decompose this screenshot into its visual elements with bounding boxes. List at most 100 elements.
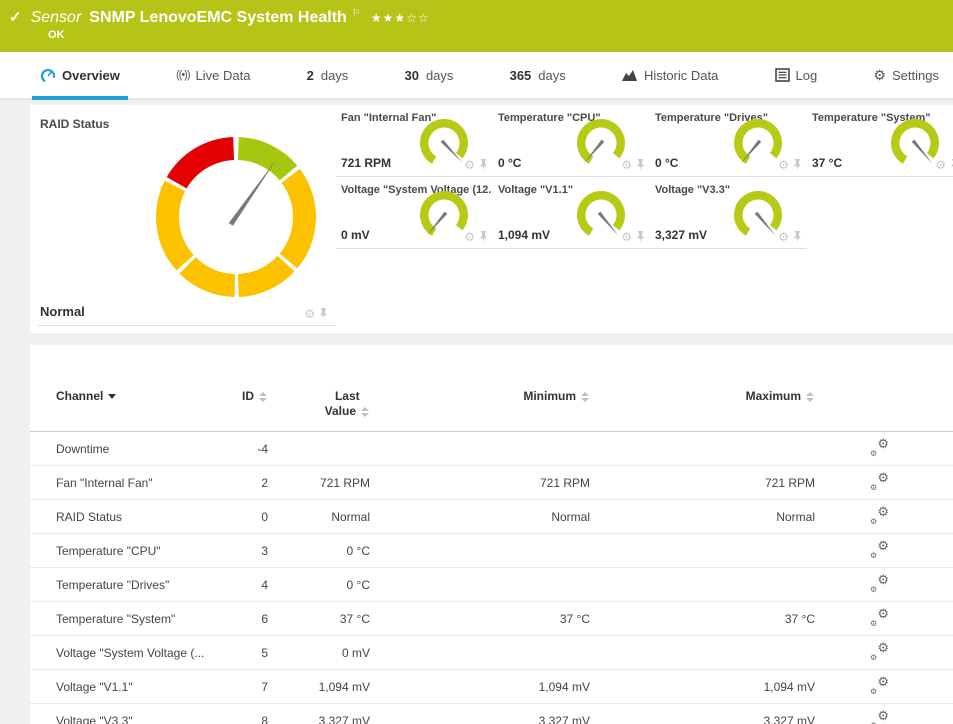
gear-icon: ⚙ <box>873 67 886 84</box>
gear-icon[interactable]: ⚙ <box>935 158 946 172</box>
col-header-id[interactable]: ID <box>210 389 268 432</box>
table-row: Voltage "V1.1" 7 1,094 mV 1,094 mV 1,094… <box>30 670 953 704</box>
tab-settings[interactable]: ⚙ Settings <box>873 52 939 98</box>
ok-check-icon: ✓ <box>9 8 22 26</box>
tab-log[interactable]: Log <box>775 52 818 98</box>
pin-icon[interactable] <box>319 308 328 320</box>
tab-overview[interactable]: Overview <box>40 52 120 98</box>
table-row: Temperature "Drives" 4 0 °C ⚙⚙ <box>30 568 953 602</box>
gear-icon[interactable]: ⚙ <box>621 230 632 244</box>
gauge-value: 1,094 mV <box>498 228 550 242</box>
table-row: Voltage "V3.3" 8 3,327 mV 3,327 mV 3,327… <box>30 704 953 724</box>
channel-name[interactable]: Temperature "System" <box>30 602 210 636</box>
table-row: Fan "Internal Fan" 2 721 RPM 721 RPM 721… <box>30 466 953 500</box>
sensor-title: SNMP LenovoEMC System Health <box>89 9 347 27</box>
channel-settings-icon[interactable]: ⚙⚙ <box>870 575 889 591</box>
gauge-title: Voltage "V1.1" <box>498 184 573 196</box>
tab-number: 365 <box>510 68 532 83</box>
channel-settings-icon[interactable]: ⚙⚙ <box>870 473 889 489</box>
raid-status-cell: RAID Status Normal ⚙ <box>30 105 336 333</box>
channel-name[interactable]: Fan "Internal Fan" <box>30 466 210 500</box>
sensor-kind-label: Sensor <box>31 9 82 27</box>
minimum-value: Normal <box>370 500 590 534</box>
maximum-value <box>590 534 815 568</box>
mini-gauge-cell: Voltage "V3.3" 3,327 mV ⚙ <box>650 177 807 249</box>
minimum-value: 721 RPM <box>370 466 590 500</box>
channel-settings-icon[interactable]: ⚙⚙ <box>870 439 889 455</box>
channel-name[interactable]: Voltage "System Voltage (... <box>30 636 210 670</box>
area-chart-icon <box>622 68 638 82</box>
col-header-minimum[interactable]: Minimum <box>370 389 590 432</box>
gear-icon[interactable]: ⚙ <box>464 158 475 172</box>
maximum-value <box>590 432 815 466</box>
minimum-value <box>370 636 590 670</box>
mini-gauge-cell: Fan "Internal Fan" 721 RPM ⚙ <box>336 105 493 177</box>
tab-label: days <box>426 68 453 83</box>
sensor-header: ✓ Sensor SNMP LenovoEMC System Health ⚐ … <box>0 0 953 52</box>
maximum-value: 3,327 mV <box>590 704 815 724</box>
gauge-value: 0 mV <box>341 228 370 242</box>
channel-name[interactable]: Voltage "V3.3" <box>30 704 210 724</box>
pin-icon[interactable] <box>793 231 802 243</box>
channel-name[interactable]: Temperature "Drives" <box>30 568 210 602</box>
channel-settings-icon[interactable]: ⚙⚙ <box>870 711 889 724</box>
divider <box>38 325 336 326</box>
gear-icon[interactable]: ⚙ <box>778 158 789 172</box>
mini-gauge-cell: Temperature "CPU" 0 °C ⚙ <box>493 105 650 177</box>
channel-settings-icon[interactable]: ⚙⚙ <box>870 609 889 625</box>
channel-id: -4 <box>210 432 268 466</box>
gear-icon[interactable]: ⚙ <box>621 158 632 172</box>
sort-icon <box>581 392 590 402</box>
channel-settings-icon[interactable]: ⚙⚙ <box>870 643 889 659</box>
gear-icon[interactable]: ⚙ <box>304 307 315 321</box>
col-header-settings <box>815 389 953 432</box>
gear-icon[interactable]: ⚙ <box>464 230 475 244</box>
channel-table: Channel ID Last Value Minimum Maximum <box>30 389 953 724</box>
gear-icon[interactable]: ⚙ <box>778 230 789 244</box>
tab-30-days[interactable]: 30 days <box>404 52 453 98</box>
channel-id: 4 <box>210 568 268 602</box>
tab-historic-data[interactable]: Historic Data <box>622 52 718 98</box>
table-row: RAID Status 0 Normal Normal Normal ⚙⚙ <box>30 500 953 534</box>
last-value: 0 °C <box>268 568 370 602</box>
last-value: Normal <box>268 500 370 534</box>
pin-icon[interactable] <box>793 159 802 171</box>
flag-icon[interactable]: ⚐ <box>352 8 361 19</box>
tab-label: Settings <box>892 68 939 83</box>
last-value: 1,094 mV <box>268 670 370 704</box>
minimum-value <box>370 568 590 602</box>
sort-icon <box>259 392 268 402</box>
channel-name[interactable]: RAID Status <box>30 500 210 534</box>
channel-name[interactable]: Downtime <box>30 432 210 466</box>
raid-status-gauge <box>150 131 322 303</box>
last-value: 721 RPM <box>268 466 370 500</box>
col-header-last-value[interactable]: Last Value <box>268 389 370 432</box>
mini-gauge-cell: Temperature "Drives" 0 °C ⚙ <box>650 105 807 177</box>
tab-number: 30 <box>404 68 418 83</box>
maximum-value <box>590 568 815 602</box>
log-list-icon <box>775 68 790 82</box>
tab-2-days[interactable]: 2 days <box>307 52 349 98</box>
tab-365-days[interactable]: 365 days <box>510 52 566 98</box>
pin-icon[interactable] <box>479 231 488 243</box>
gauge-value: Normal <box>40 304 85 319</box>
priority-stars[interactable]: ★★★☆☆ <box>371 11 430 25</box>
channel-settings-icon[interactable]: ⚙⚙ <box>870 541 889 557</box>
channel-settings-icon[interactable]: ⚙⚙ <box>870 507 889 523</box>
pin-icon[interactable] <box>636 159 645 171</box>
tab-number: 2 <box>307 68 314 83</box>
tab-live-data[interactable]: ((•)) Live Data <box>176 52 250 98</box>
table-row: Downtime -4 ⚙⚙ <box>30 432 953 466</box>
channel-name[interactable]: Voltage "V1.1" <box>30 670 210 704</box>
tab-label: Log <box>796 68 818 83</box>
chevron-down-icon <box>108 394 116 399</box>
col-header-maximum[interactable]: Maximum <box>590 389 815 432</box>
minimum-value <box>370 432 590 466</box>
pin-icon[interactable] <box>636 231 645 243</box>
broadcast-icon: ((•)) <box>176 69 190 81</box>
channel-settings-icon[interactable]: ⚙⚙ <box>870 677 889 693</box>
pin-icon[interactable] <box>479 159 488 171</box>
gauge-icon <box>40 67 56 83</box>
channel-name[interactable]: Temperature "CPU" <box>30 534 210 568</box>
col-header-channel[interactable]: Channel <box>30 389 210 432</box>
